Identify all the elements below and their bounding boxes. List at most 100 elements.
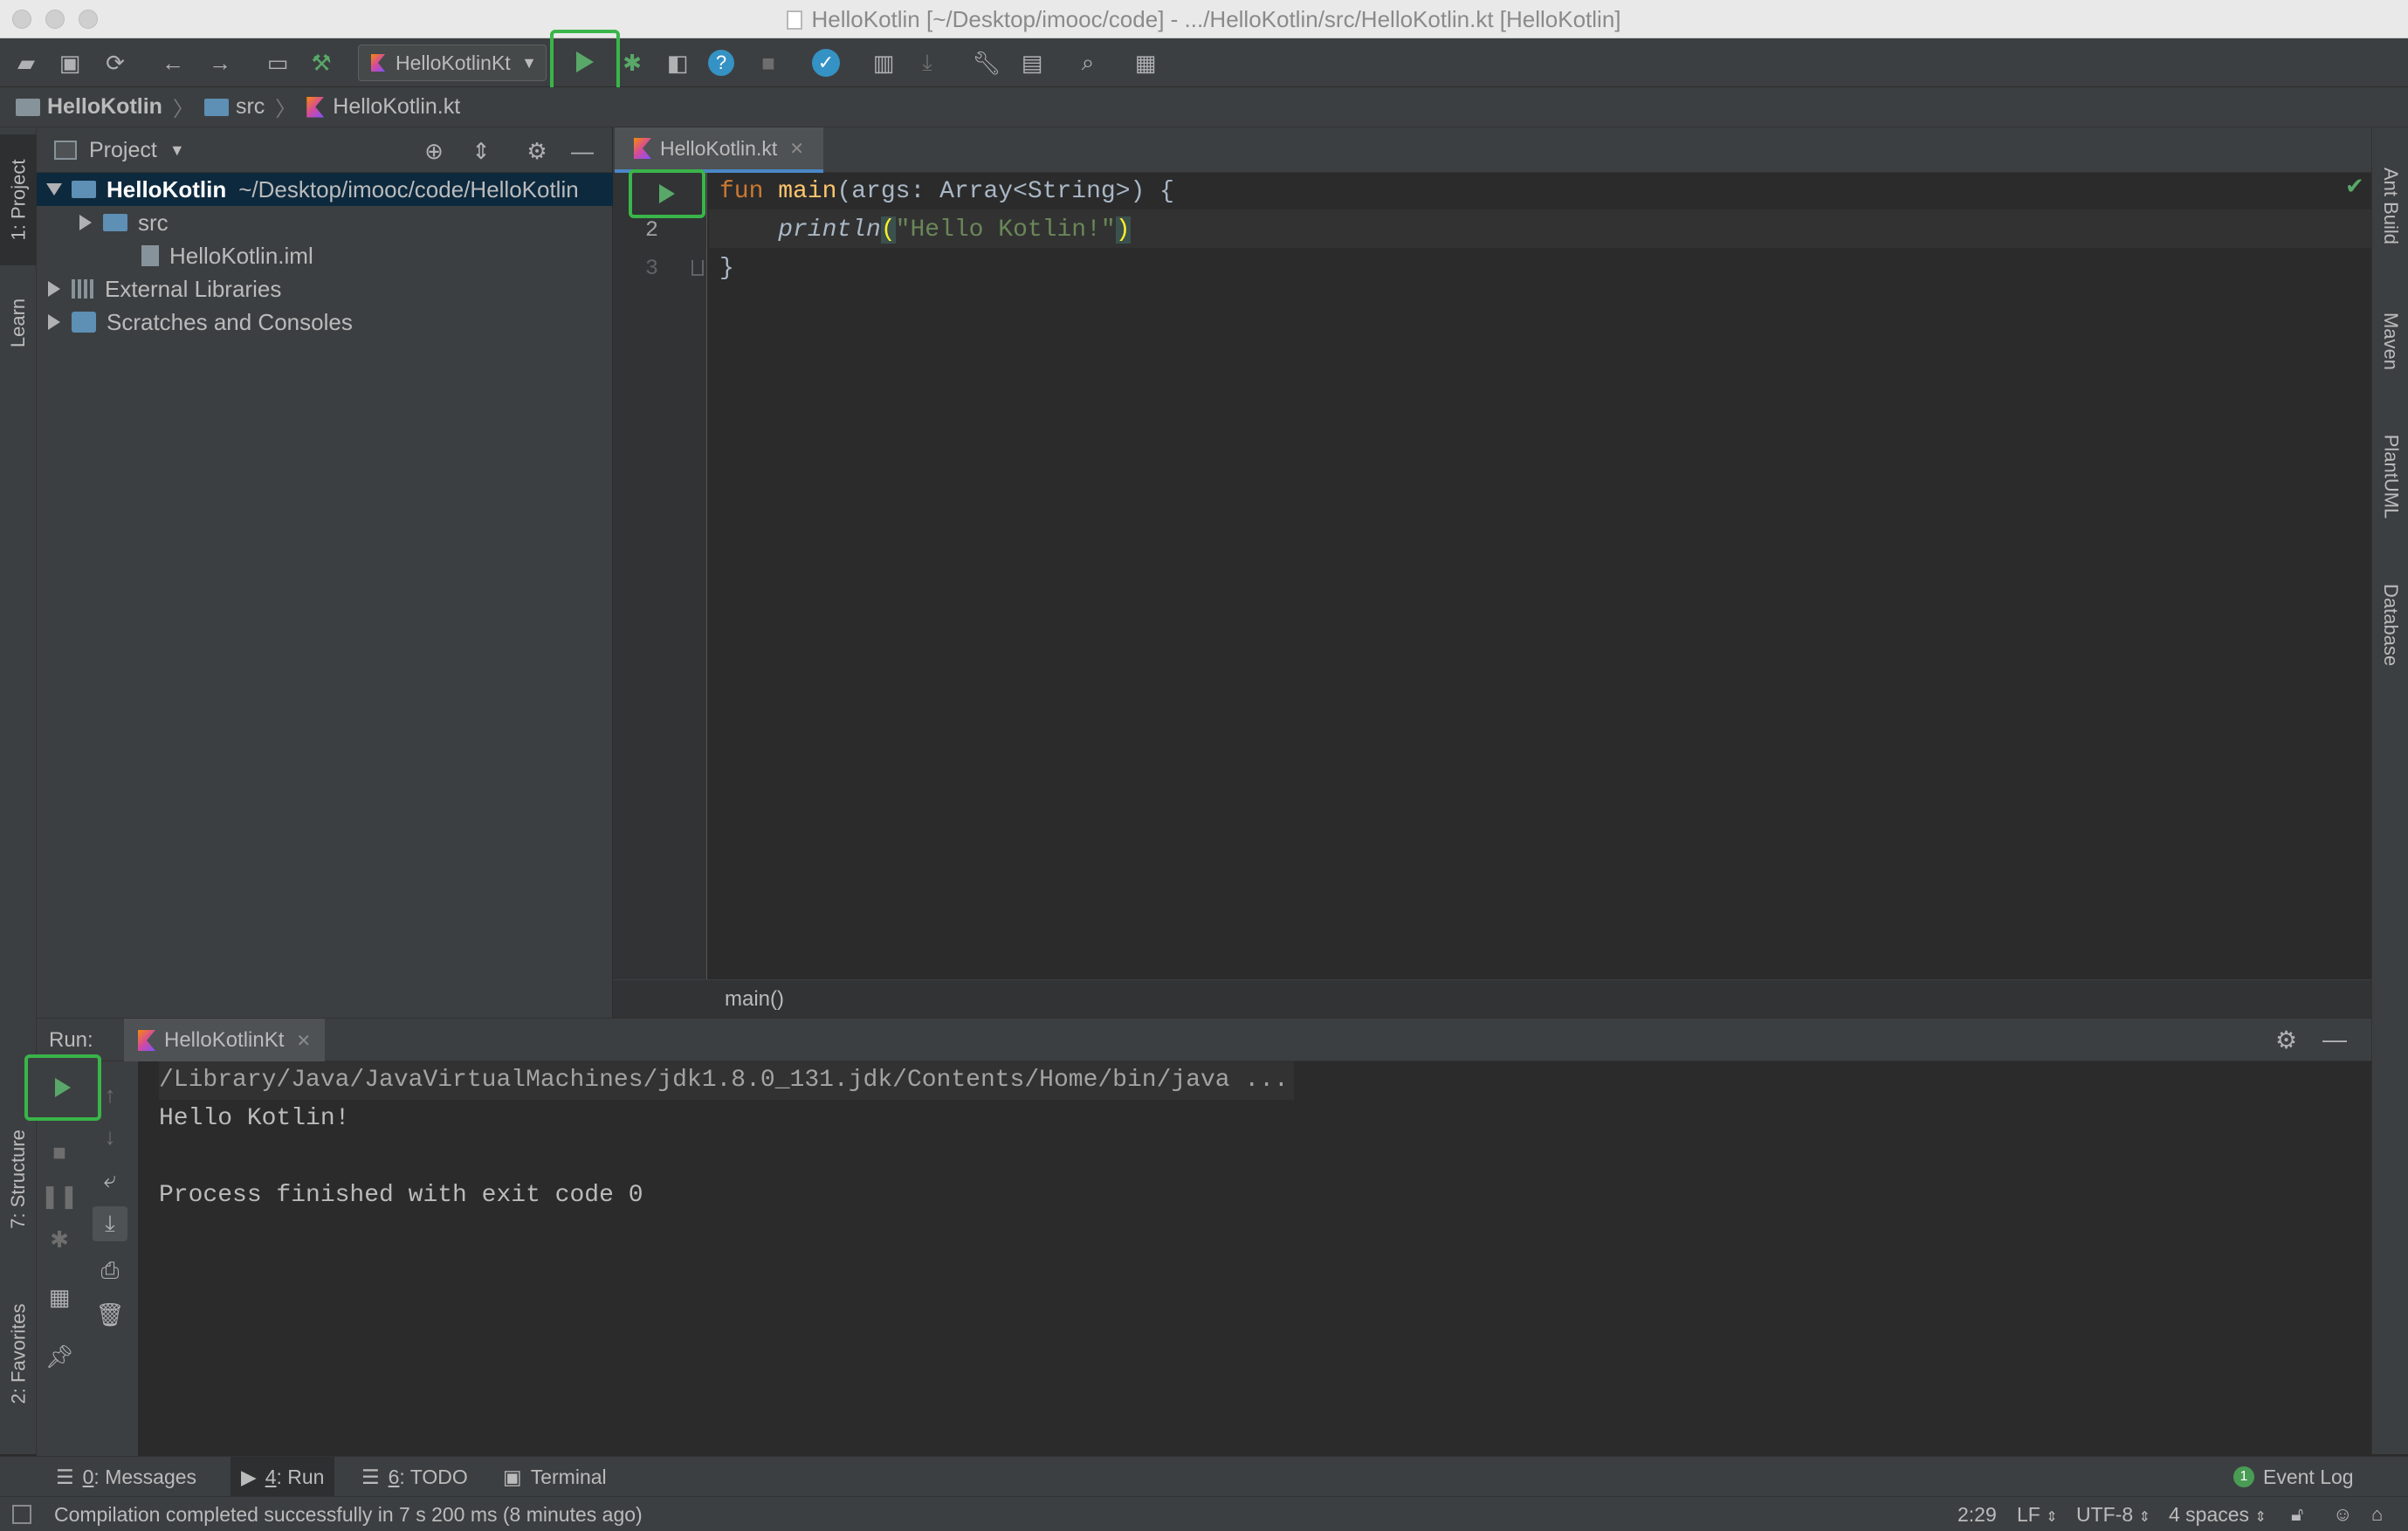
stop-icon[interactable]: ■ (42, 1135, 77, 1170)
print-icon[interactable]: ⎙ (93, 1253, 127, 1288)
tool-tab-label: Event Log (2263, 1465, 2354, 1488)
scroll-to-end-icon[interactable]: ⤓ (93, 1206, 127, 1241)
stop-icon[interactable]: ■ (753, 47, 784, 79)
hide-panel-icon[interactable]: — (569, 138, 595, 164)
back-arrow-icon[interactable]: ← (157, 47, 189, 79)
window-title: HelloKotlin [~/Desktop/imooc/code] - ...… (0, 0, 2408, 38)
tree-item-hellokotlin[interactable]: HelloKotlin ~/Desktop/imooc/code/HelloKo… (37, 173, 613, 206)
close-icon[interactable]: ✕ (789, 138, 804, 160)
pin-icon[interactable]: 📌︎ (42, 1339, 77, 1374)
vcs-icon[interactable]: ⤓ (912, 47, 943, 79)
lock-icon[interactable]: 🔓︎ (2291, 1497, 2303, 1531)
run-configuration-selector[interactable]: HelloKotlinKt ▼ (358, 45, 547, 81)
close-icon[interactable]: ✕ (296, 1030, 311, 1052)
document-icon (787, 10, 803, 30)
tool-tab-terminal[interactable]: ▣ Terminal (492, 1457, 617, 1497)
fold-marker-icon[interactable] (691, 260, 704, 276)
wrench-icon[interactable]: 🔧︎ (971, 47, 1002, 79)
locate-target-icon[interactable]: ⊕ (421, 138, 447, 164)
run-console[interactable]: /Library/Java/JavaVirtualMachines/jdk1.8… (138, 1061, 2371, 1456)
run-icon (576, 51, 594, 72)
tree-item-external-libraries[interactable]: External Libraries (37, 272, 613, 306)
toggle-tool-windows-icon[interactable] (12, 1505, 31, 1524)
function-call-token: println (778, 216, 881, 244)
rerun-button[interactable] (24, 1054, 101, 1121)
gutter-run-button[interactable] (629, 169, 705, 218)
sdk-icon[interactable]: ▥ (868, 47, 899, 79)
tool-tab-messages[interactable]: ☰ 0: Messages (45, 1457, 207, 1497)
forward-arrow-icon[interactable]: → (204, 47, 236, 79)
breadcrumb-label: src (235, 94, 265, 119)
editor-gutter: 1 2 3 (613, 169, 707, 979)
tool-tab-database[interactable]: Database (2372, 564, 2408, 686)
pause-icon[interactable]: ❚❚ (40, 1178, 79, 1213)
chevron-updown-icon: ⇕ (2138, 1510, 2150, 1525)
run-tab-hellokotlinkt[interactable]: HelloKotlinKt ✕ (124, 1019, 326, 1062)
sync-icon[interactable]: ⟳ (100, 47, 131, 79)
coverage-icon[interactable]: ◧ (662, 47, 693, 79)
code-editor[interactable]: fun main(args: Array<String>) { println(… (709, 173, 2371, 979)
inspector-face-icon[interactable]: ☺ (2333, 1497, 2352, 1531)
string-token: "Hello Kotlin!" (895, 216, 1116, 244)
tool-tab-project[interactable]: 1: Project (0, 134, 37, 265)
module-folder-icon (72, 181, 96, 198)
chevron-down-icon (46, 183, 62, 196)
line-separator-selector[interactable]: LF ⇕ (2017, 1497, 2058, 1531)
debug-bug-icon[interactable]: ✱ (42, 1222, 77, 1257)
code-token: (args: Array<String>) { (836, 178, 1174, 205)
tool-tab-event-log[interactable]: 1 Event Log (2223, 1457, 2364, 1497)
build-hammer-icon[interactable]: ⚒ (306, 47, 337, 79)
tab-hellokotlin-kt[interactable]: HelloKotlin.kt ✕ (615, 127, 823, 173)
breadcrumb-project[interactable]: HelloKotlin 〉 (16, 92, 204, 122)
tool-tab-number: 0 (82, 1465, 94, 1488)
terminal-icon[interactable]: ▦ (1130, 47, 1161, 79)
run-icon: ▶ (241, 1465, 257, 1488)
breadcrumb-file[interactable]: HelloKotlin.kt (306, 94, 460, 120)
code-line-2: println("Hello Kotlin!") (719, 211, 1131, 250)
tool-tab-favorites[interactable]: 2: Favorites (0, 1288, 37, 1419)
breadcrumb-src[interactable]: src 〉 (203, 92, 306, 122)
help-icon[interactable]: ✓ (810, 47, 842, 79)
project-view-selector[interactable]: Project ▼ (54, 127, 185, 173)
tab-label: HelloKotlin.kt (660, 136, 778, 160)
open-folder-icon[interactable]: ▰ (10, 47, 42, 79)
profile-icon[interactable]: ? (705, 47, 737, 79)
project-panel-header: Project ▼ ⊕ ⇕ ⚙ — (37, 127, 613, 173)
status-bar: Compilation completed successfully in 7 … (0, 1496, 2408, 1531)
down-arrow-icon[interactable]: ↓ (93, 1119, 127, 1154)
tree-item-iml[interactable]: HelloKotlin.iml (37, 239, 613, 272)
collapse-all-icon[interactable]: ⇕ (468, 138, 494, 164)
project-structure-icon[interactable]: ▤ (1016, 47, 1048, 79)
layout-icon[interactable]: ▦ (42, 1280, 77, 1315)
caret-position[interactable]: 2:29 (1957, 1497, 1997, 1531)
search-icon[interactable]: ⌕ (1072, 47, 1104, 79)
tool-tab-learn[interactable]: Learn (0, 279, 37, 367)
run-button[interactable] (550, 30, 620, 94)
tool-tab-label: : TODO (399, 1465, 468, 1488)
debug-bug-icon[interactable]: ✱ (616, 47, 648, 79)
tool-tab-run[interactable]: ▶ 4: Run (230, 1457, 335, 1497)
run-config-icon[interactable]: ▭ (262, 47, 293, 79)
soft-wrap-icon[interactable]: ⤶ (93, 1163, 127, 1198)
tool-tab-plantuml[interactable]: PlantUML (2372, 415, 2408, 538)
tool-tab-todo[interactable]: ☰ 6: TODO (351, 1457, 478, 1497)
tool-tab-ant-build[interactable]: Ant Build (2372, 145, 2408, 267)
indent-selector[interactable]: 4 spaces ⇕ (2169, 1497, 2267, 1531)
trash-icon[interactable]: 🗑︎ (93, 1297, 127, 1332)
tree-item-scratches[interactable]: Scratches and Consoles (37, 306, 613, 339)
tree-item-src[interactable]: src (37, 206, 613, 239)
hide-panel-icon[interactable]: — (2322, 1026, 2347, 1054)
project-icon (54, 141, 77, 160)
indent-label: 4 spaces (2169, 1503, 2250, 1526)
gear-icon[interactable]: ⚙ (2275, 1026, 2297, 1054)
tool-tab-structure[interactable]: 7: Structure (0, 1114, 37, 1245)
editor-breadcrumb-item[interactable]: main() (725, 980, 784, 1019)
tool-tab-label: Terminal (530, 1465, 607, 1488)
notifications-icon[interactable]: ⌂ (2371, 1497, 2383, 1531)
gear-icon[interactable]: ⚙ (524, 138, 550, 164)
save-icon[interactable]: ▣ (54, 47, 86, 79)
tool-tab-maven[interactable]: Maven (2372, 293, 2408, 389)
library-icon (72, 279, 94, 299)
up-arrow-icon[interactable]: ↑ (93, 1077, 127, 1112)
encoding-selector[interactable]: UTF-8 ⇕ (2076, 1497, 2150, 1531)
